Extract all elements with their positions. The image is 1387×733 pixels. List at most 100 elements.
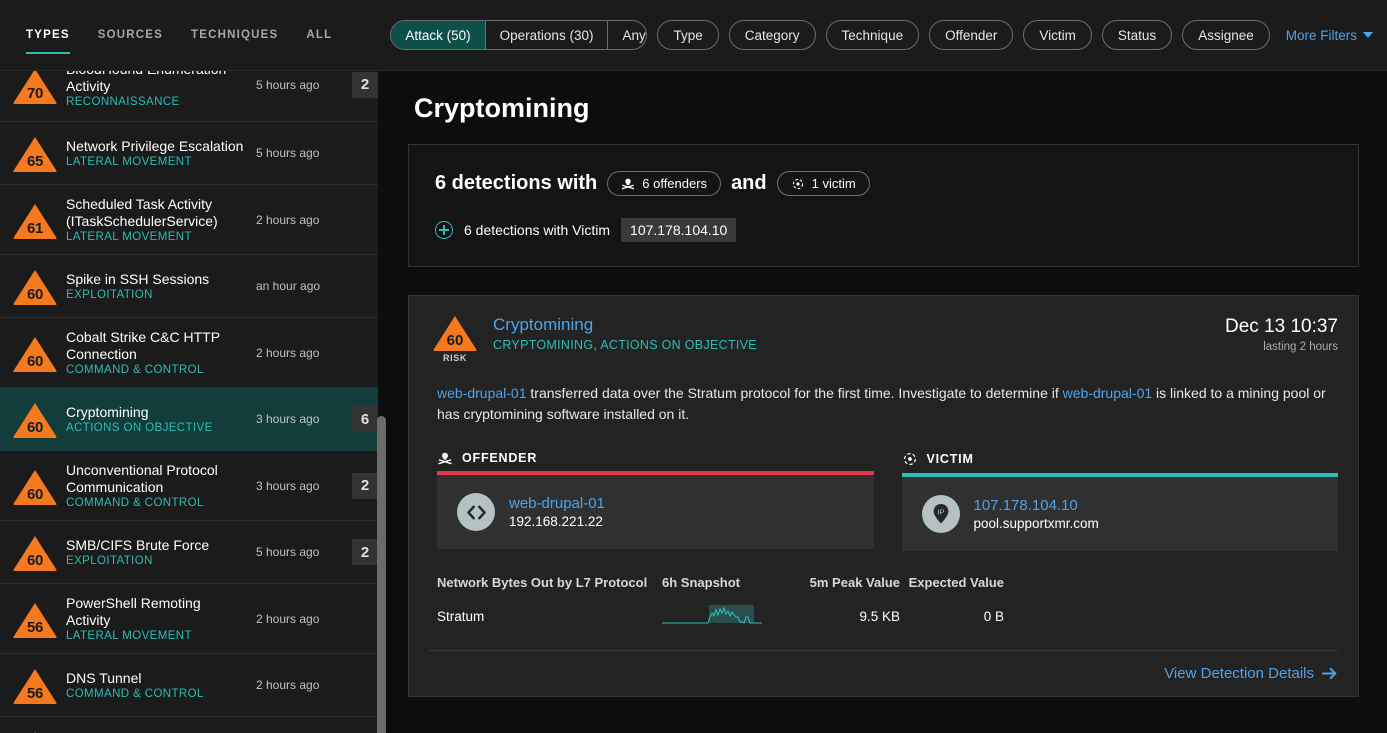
detection-type-category: Lateral Movement xyxy=(66,231,192,243)
detection-type-row[interactable]: 60 Unconventional Protocol Communication C… xyxy=(0,451,390,521)
detection-duration: lasting 2 hours xyxy=(1263,341,1338,353)
risk-badge: 56 xyxy=(12,665,58,705)
filter-pill-type[interactable]: Type xyxy=(657,20,719,50)
sidebar-scrollbar[interactable] xyxy=(377,71,386,733)
host-link[interactable]: web-drupal-01 xyxy=(1063,385,1153,401)
metric-protocol-value: Stratum xyxy=(437,608,485,624)
page-body: 70 BloodHound Enumeration Activity Reconna… xyxy=(0,71,1387,733)
detection-type-row[interactable]: 61 Scheduled Task Activity (ITaskSchedule… xyxy=(0,185,390,255)
risk-badge: 60 xyxy=(12,266,58,306)
metrics-value-row: Stratum 9.5 KB 0 B xyxy=(437,604,1338,628)
offenders-pill-label: 6 offenders xyxy=(642,176,708,191)
tab-techniques[interactable]: Techniques xyxy=(177,0,292,70)
crosshair-target-icon xyxy=(792,178,803,189)
risk-score: 70 xyxy=(26,84,44,102)
tab-sources[interactable]: Sources xyxy=(84,0,177,70)
victim-ip-chip[interactable]: 107.178.104.10 xyxy=(621,218,737,242)
expand-plus-icon[interactable] xyxy=(435,221,453,239)
victims-pill[interactable]: 1 victim xyxy=(776,171,870,196)
offender-heading: Offender xyxy=(437,451,874,465)
victims-pill-label: 1 victim xyxy=(811,176,856,191)
detection-card-footer: View Detection Details xyxy=(429,650,1338,682)
risk-score: 65 xyxy=(26,153,44,170)
metric-header-peak: 5m Peak Value xyxy=(809,575,900,590)
metric-peak-value: 9.5 KB xyxy=(859,608,900,624)
filter-pill-status[interactable]: Status xyxy=(1101,20,1173,50)
view-tabs: Types Sources Techniques All xyxy=(12,0,346,70)
detection-type-time: 2 hours ago xyxy=(256,345,320,360)
detection-type-row[interactable]: 70 BloodHound Enumeration Activity Reconna… xyxy=(0,71,390,122)
risk-badge: 56 xyxy=(12,599,58,639)
skull-crossbones-icon xyxy=(622,178,635,189)
detection-type-row[interactable]: 60 SMB/CIFS Brute Force Exploitation 5 hour… xyxy=(0,521,390,584)
detection-type-time: 5 hours ago xyxy=(256,146,320,160)
more-filters-button[interactable]: More Filters xyxy=(1286,28,1373,43)
offenders-pill[interactable]: 6 offenders xyxy=(607,171,722,196)
detection-type-info: PowerShell Remoting Activity Lateral Move… xyxy=(66,595,256,642)
description-text: transferred data over the Stratum protoc… xyxy=(526,385,1063,401)
detection-type-row[interactable]: 56Remote Service LaunchLateral Movement4… xyxy=(0,717,390,733)
detection-type-info: Network Privilege Escalation Lateral Move… xyxy=(66,138,256,168)
detection-type-info: Unconventional Protocol Communication Com… xyxy=(66,462,256,509)
summary-lead-text: 6 detections with xyxy=(435,172,598,194)
tab-label: Sources xyxy=(97,29,163,41)
view-detection-details-label: View Detection Details xyxy=(1164,665,1314,682)
detection-datetime: Dec 13 10:37 xyxy=(1224,316,1338,337)
detection-type-category: Command & Control xyxy=(66,497,204,509)
risk-badge: 60 xyxy=(12,466,58,506)
page-title: Cryptomining xyxy=(414,93,590,123)
detection-type-row[interactable]: 60 Spike in SSH Sessions Exploitation an ho… xyxy=(0,255,390,318)
detection-type-category: Actions on Objective xyxy=(66,422,213,434)
detection-type-title: BloodHound Enumeration Activity xyxy=(66,71,226,94)
detection-type-count-badge: 6 xyxy=(352,406,378,432)
offender-name-link[interactable]: web-drupal-01 xyxy=(509,495,605,512)
detection-type-title: Cobalt Strike C&C HTTP Connection xyxy=(66,329,220,362)
detection-type-title: PowerShell Remoting Activity xyxy=(66,595,201,628)
segment-1[interactable]: Operations (30) xyxy=(486,21,609,49)
filter-pill-assignee[interactable]: Assignee xyxy=(1182,20,1270,50)
detection-type-title: Unconventional Protocol Communication xyxy=(66,462,218,495)
tab-label: Types xyxy=(26,29,70,41)
bytes-out-sparkline xyxy=(662,605,762,624)
metrics-table: Network Bytes Out by L7 Protocol 6h Snap… xyxy=(437,575,1338,628)
detection-title-link[interactable]: Cryptomining xyxy=(493,314,757,336)
victim-card: IP 107.178.104.10 pool.supportxmr.com xyxy=(901,473,1338,551)
victim-avatar: IP xyxy=(921,495,960,533)
detection-type-category: Command & Control xyxy=(66,688,204,700)
filter-pill-category[interactable]: Category xyxy=(728,20,816,50)
detection-type-row[interactable]: 56 DNS Tunnel Command & Control 2 hours ago xyxy=(0,654,390,717)
summary-sub-text: 6 detections with Victim xyxy=(464,222,611,238)
detection-type-category: Exploitation xyxy=(66,555,153,567)
detection-type-time: 2 hours ago xyxy=(256,212,320,227)
host-link[interactable]: web-drupal-01 xyxy=(437,385,527,401)
victim-name-link[interactable]: 107.178.104.10 xyxy=(974,497,1099,514)
detection-type-row[interactable]: 65 Network Privilege Escalation Lateral Mo… xyxy=(0,122,390,185)
filter-pill-technique[interactable]: Technique xyxy=(825,20,920,50)
code-brackets-icon xyxy=(466,505,486,519)
scope-segmented-control: Attack (50)Operations (30)Any (80) xyxy=(390,20,648,50)
detection-type-row[interactable]: 56 PowerShell Remoting Activity Lateral Mo… xyxy=(0,584,390,654)
filter-pill-victim[interactable]: Victim xyxy=(1023,20,1092,50)
risk-badge: 70 xyxy=(12,71,58,105)
detection-type-title: Network Privilege Escalation xyxy=(66,138,244,154)
detection-type-count-badge: 2 xyxy=(352,539,378,565)
filter-pill-offender[interactable]: Offender xyxy=(929,20,1014,50)
detection-type-category: Command & Control xyxy=(66,364,204,376)
detection-type-count-badge xyxy=(352,207,378,233)
detection-type-time: 5 hours ago xyxy=(256,545,320,559)
detection-type-time: 3 hours ago xyxy=(256,478,320,493)
detection-type-row[interactable]: 60 Cobalt Strike C&C HTTP Connection Comma… xyxy=(0,318,390,388)
tab-types[interactable]: Types xyxy=(12,0,84,70)
view-detection-details-link[interactable]: View Detection Details xyxy=(1164,665,1338,682)
tab-all[interactable]: All xyxy=(292,0,346,70)
detection-type-count-badge xyxy=(352,606,378,632)
sidebar-scrollbar-thumb[interactable] xyxy=(377,416,386,733)
crosshair-target-icon xyxy=(903,452,916,466)
risk-badge: 60 xyxy=(12,333,58,373)
segment-0[interactable]: Attack (50) xyxy=(391,21,486,49)
detection-type-row[interactable]: 60 Cryptomining Actions on Objective 3 hour… xyxy=(0,388,390,451)
detection-type-time: an hour ago xyxy=(256,279,321,293)
risk-badge: 61 xyxy=(12,200,58,240)
segment-2[interactable]: Any (80) xyxy=(608,21,646,49)
offender-ip: 192.168.221.22 xyxy=(509,514,603,529)
